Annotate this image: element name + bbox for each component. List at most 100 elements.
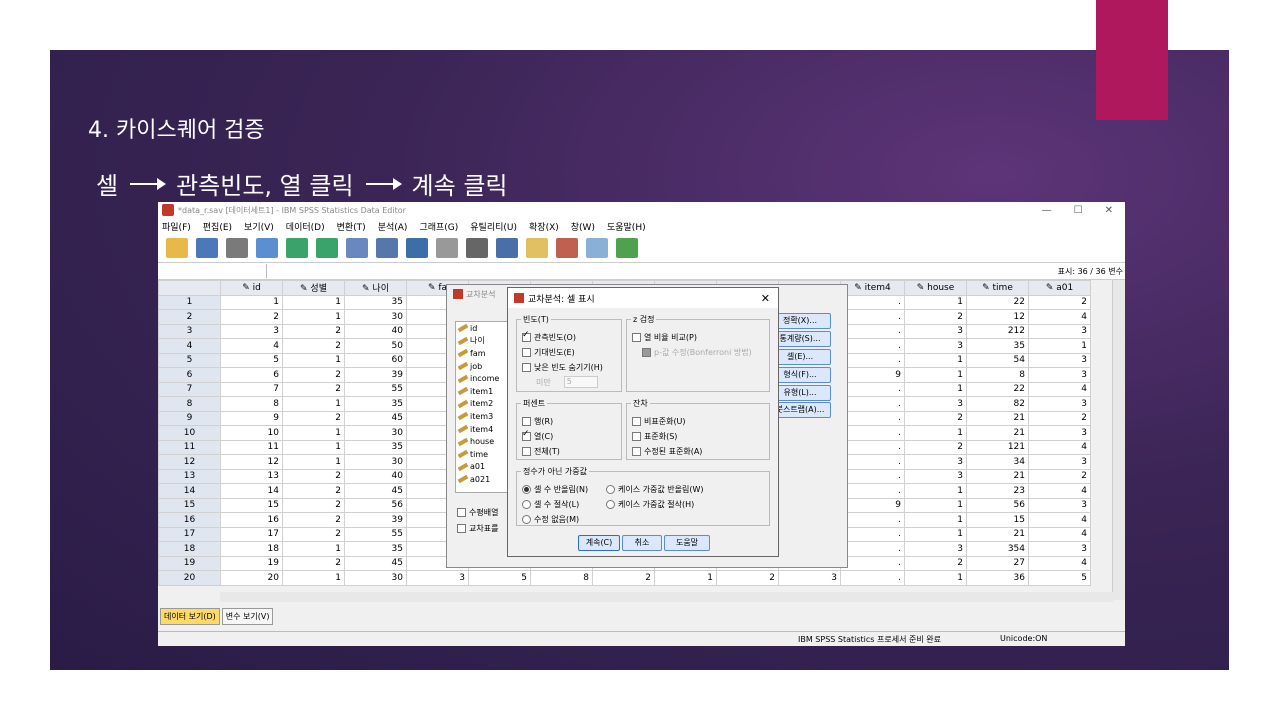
variable-list-item[interactable]: a01 (456, 461, 508, 474)
truncate-case-option[interactable]: 케이스 가중값 절삭(H) (606, 499, 694, 510)
help-button[interactable]: 도움말 (664, 535, 710, 551)
select-cases-icon[interactable] (586, 238, 608, 258)
table-cell[interactable]: 60 (344, 352, 407, 368)
expected-option[interactable]: 기대빈도(E) (522, 347, 575, 358)
compare-columns-checkbox[interactable] (632, 333, 641, 342)
radio[interactable] (522, 515, 531, 524)
table-cell[interactable]: 1 (282, 439, 345, 455)
radio[interactable] (606, 500, 615, 509)
table-cell[interactable]: 3 (406, 570, 469, 586)
table-cell[interactable]: 17 (220, 526, 283, 542)
table-cell[interactable]: 22 (966, 381, 1029, 397)
table-cell[interactable]: 1 (904, 294, 967, 310)
standardized-option[interactable]: 표준화(S) (632, 431, 677, 442)
vertical-scrollbar[interactable] (1112, 280, 1125, 600)
table-cell[interactable]: 56 (344, 497, 407, 513)
table-cell[interactable]: 35 (966, 338, 1029, 354)
table-cell[interactable]: 2 (282, 555, 345, 571)
column-header[interactable]: ✎ a01 (1028, 280, 1091, 296)
table-cell[interactable]: 56 (966, 497, 1029, 513)
column-checkbox[interactable] (522, 429, 531, 441)
radio[interactable] (606, 485, 615, 494)
table-cell[interactable]: 1 (904, 352, 967, 368)
table-cell[interactable]: 1 (904, 497, 967, 513)
variable-list-item[interactable]: item3 (456, 410, 508, 423)
table-cell[interactable]: 1 (1028, 338, 1091, 354)
total-percent-option[interactable]: 전체(T) (522, 446, 560, 457)
table-cell[interactable]: 3 (1028, 497, 1091, 513)
table-cell[interactable]: 3 (1028, 352, 1091, 368)
table-cell[interactable]: 50 (344, 338, 407, 354)
table-cell[interactable]: 9 (840, 367, 905, 383)
row-number[interactable]: 17 (158, 526, 221, 542)
table-cell[interactable]: 3 (904, 338, 967, 354)
total-checkbox[interactable] (522, 447, 531, 456)
table-cell[interactable]: 1 (904, 425, 967, 441)
table-cell[interactable]: 2 (904, 439, 967, 455)
row-number[interactable]: 5 (158, 352, 221, 368)
table-cell[interactable]: 2 (282, 367, 345, 383)
table-cell[interactable]: 2 (282, 323, 345, 339)
table-cell[interactable]: 14 (220, 483, 283, 499)
table-cell[interactable]: 121 (966, 439, 1029, 455)
table-cell[interactable]: 2 (1028, 410, 1091, 426)
table-cell[interactable]: . (840, 512, 905, 528)
table-cell[interactable]: 13 (220, 468, 283, 484)
table-cell[interactable]: 82 (966, 396, 1029, 412)
table-cell[interactable]: 3 (1028, 541, 1091, 557)
table-cell[interactable]: 45 (344, 555, 407, 571)
column-header[interactable]: ✎ 나이 (344, 280, 407, 296)
table-cell[interactable]: . (840, 454, 905, 470)
table-cell[interactable]: 21 (966, 425, 1029, 441)
table-cell[interactable]: 1 (904, 526, 967, 542)
table-cell[interactable]: 7 (220, 381, 283, 397)
suppress-tables-option[interactable]: 교차표를 (457, 523, 498, 534)
split-file-icon[interactable] (556, 238, 578, 258)
table-cell[interactable]: 2 (282, 526, 345, 542)
row-checkbox[interactable] (522, 417, 531, 426)
table-cell[interactable]: 1 (220, 294, 283, 310)
table-cell[interactable]: . (840, 338, 905, 354)
table-cell[interactable]: 4 (1028, 483, 1091, 499)
clustered-bar-option[interactable]: 수평배열 (457, 507, 498, 518)
table-cell[interactable]: 4 (1028, 512, 1091, 528)
table-cell[interactable]: 21 (966, 526, 1029, 542)
table-cell[interactable]: 4 (1028, 555, 1091, 571)
goto-variable-icon[interactable] (376, 238, 398, 258)
table-cell[interactable]: . (840, 323, 905, 339)
table-cell[interactable]: 2 (282, 468, 345, 484)
table-cell[interactable]: 4 (1028, 526, 1091, 542)
table-cell[interactable]: . (840, 309, 905, 325)
table-cell[interactable]: 3 (904, 454, 967, 470)
table-cell[interactable]: 36 (966, 570, 1029, 586)
horizontal-scrollbar[interactable] (220, 592, 1113, 602)
table-cell[interactable]: 3 (1028, 367, 1091, 383)
unstandardized-checkbox[interactable] (632, 417, 641, 426)
cell-reference[interactable] (158, 264, 267, 278)
table-cell[interactable]: 2 (282, 410, 345, 426)
table-cell[interactable]: 2 (282, 338, 345, 354)
radio[interactable] (522, 500, 531, 509)
row-number[interactable]: 12 (158, 454, 221, 470)
table-cell[interactable]: 2 (904, 410, 967, 426)
less-than-input[interactable]: 5 (563, 376, 598, 388)
table-cell[interactable]: 35 (344, 439, 407, 455)
table-cell[interactable]: 10 (220, 425, 283, 441)
table-cell[interactable]: . (840, 555, 905, 571)
menu-edit[interactable]: 편집(E) (203, 220, 232, 233)
close-icon[interactable]: ✕ (1105, 205, 1113, 216)
row-number[interactable]: 11 (158, 439, 221, 455)
undo-icon[interactable] (286, 238, 308, 258)
menu-view[interactable]: 보기(V) (244, 220, 274, 233)
table-cell[interactable]: 1 (904, 570, 967, 586)
table-cell[interactable]: 54 (966, 352, 1029, 368)
row-number[interactable]: 20 (158, 570, 221, 586)
table-cell[interactable]: 45 (344, 483, 407, 499)
row-number[interactable]: 18 (158, 541, 221, 557)
table-cell[interactable]: 3 (1028, 323, 1091, 339)
table-cell[interactable]: . (840, 468, 905, 484)
run-descriptives-icon[interactable] (436, 238, 458, 258)
table-cell[interactable]: . (840, 352, 905, 368)
adjusted-standardized-option[interactable]: 수정된 표준화(A) (632, 446, 702, 457)
table-cell[interactable]: 8 (966, 367, 1029, 383)
